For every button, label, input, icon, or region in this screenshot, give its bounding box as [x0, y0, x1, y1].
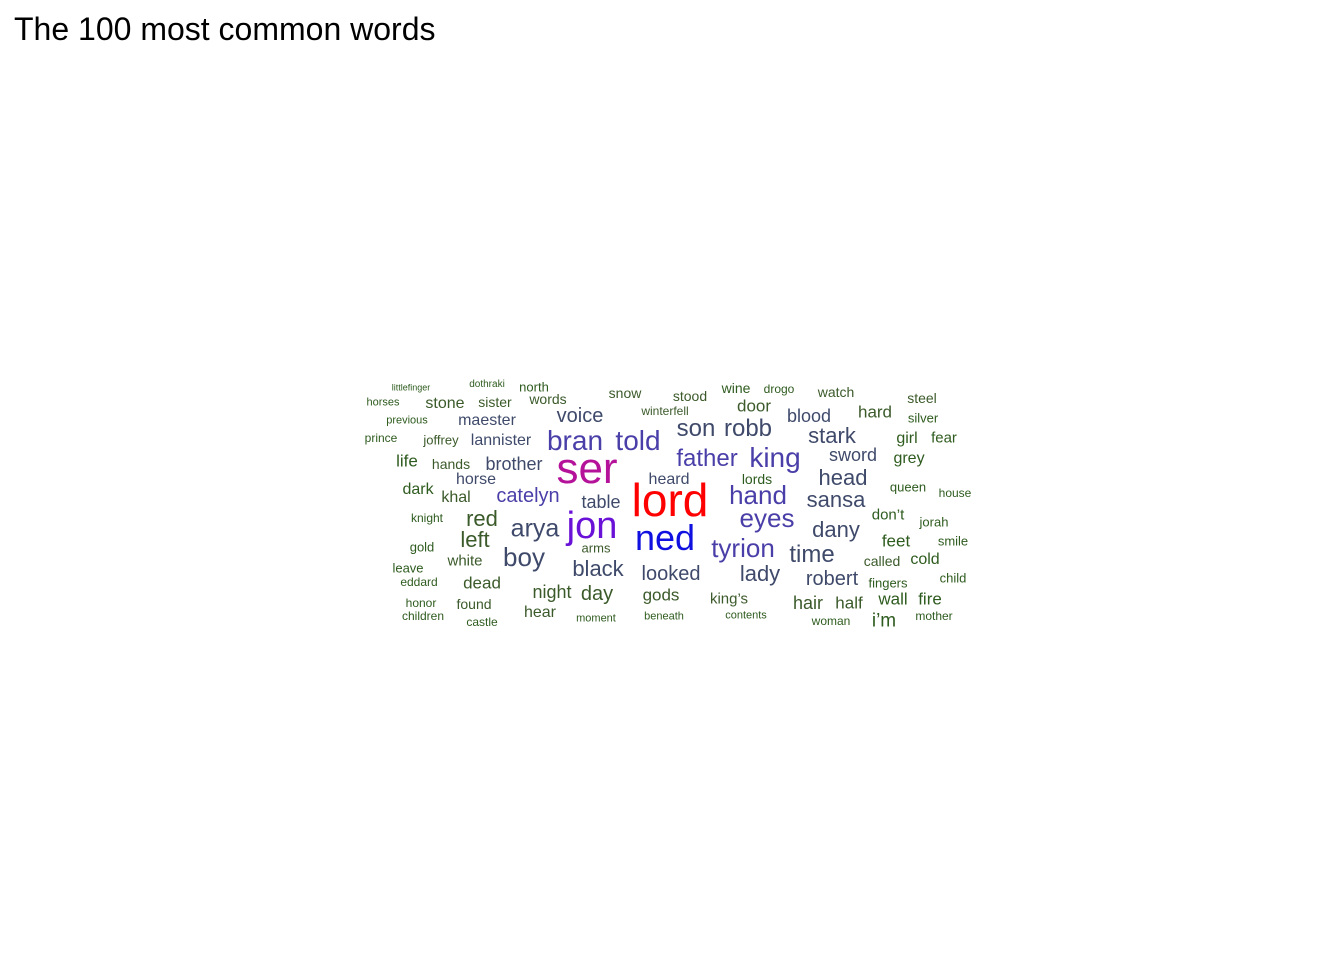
- word-beneath: beneath: [644, 610, 684, 623]
- word-cold: cold: [910, 551, 940, 568]
- word-feet: feet: [881, 531, 911, 551]
- word-child: child: [939, 570, 967, 586]
- word-hear: hear: [523, 604, 557, 621]
- word-winterfell: winterfell: [641, 404, 689, 418]
- word-castle: castle: [466, 615, 498, 629]
- word-moment: moment: [576, 612, 616, 625]
- word-found: found: [456, 596, 492, 612]
- word-told: told: [615, 425, 661, 456]
- word-stark: stark: [808, 423, 856, 448]
- word-smile: smile: [937, 533, 969, 549]
- word-maester: maester: [458, 412, 516, 429]
- word-khal: khal: [441, 489, 471, 506]
- word-boy: boy: [503, 542, 545, 572]
- word-dany: dany: [812, 517, 860, 542]
- word-sister: sister: [478, 394, 512, 410]
- word-head: head: [818, 465, 868, 490]
- word-robert: robert: [805, 568, 859, 590]
- word-called: called: [863, 553, 901, 569]
- word-tyrion: tyrion: [711, 533, 775, 563]
- word-robb: robb: [723, 415, 773, 442]
- word-white: white: [447, 552, 483, 570]
- word-heard: heard: [648, 471, 690, 488]
- word-mother: mother: [915, 609, 953, 623]
- word-knight: knight: [410, 511, 444, 525]
- word-contents: contents: [725, 609, 767, 622]
- word-i-m: i’m: [871, 610, 897, 632]
- word-father: father: [676, 445, 738, 472]
- word-queen: queen: [889, 479, 927, 495]
- word-drogo: drogo: [763, 382, 795, 396]
- word-stone: stone: [425, 395, 465, 412]
- word-watch: watch: [817, 384, 855, 400]
- word-king: king: [749, 442, 801, 473]
- word-jorah: jorah: [919, 514, 949, 530]
- word-cloud: lord ser jon ned bran told king hand tyrion eyes a…: [0, 0, 1344, 960]
- word-fear: fear: [931, 429, 957, 447]
- word-day: day: [580, 583, 614, 605]
- word-looked: looked: [641, 563, 701, 585]
- word-grey: grey: [893, 450, 925, 467]
- word-previous: previous: [386, 414, 428, 427]
- word-honor: honor: [405, 596, 437, 610]
- word-arms: arms: [581, 540, 611, 556]
- word-leave: leave: [392, 560, 424, 576]
- word-table: table: [581, 492, 621, 512]
- word-hands: hands: [431, 456, 471, 472]
- word-lannister: lannister: [470, 432, 532, 449]
- word-dark: dark: [402, 481, 434, 498]
- word-door: door: [736, 396, 772, 416]
- word-half: half: [835, 593, 863, 613]
- word-dothraki: dothraki: [469, 379, 505, 390]
- word-sansa: sansa: [806, 487, 866, 512]
- word-eyes: eyes: [739, 503, 795, 533]
- word-bran: bran: [546, 425, 604, 456]
- word-fire: fire: [918, 589, 942, 609]
- word-left: left: [460, 527, 490, 552]
- word-arya: arya: [510, 514, 560, 543]
- word-king-s: king’s: [709, 590, 749, 608]
- word-voice: voice: [556, 405, 604, 427]
- word-dead: dead: [463, 573, 501, 593]
- word-woman: woman: [811, 614, 851, 628]
- word-hard: hard: [857, 402, 893, 422]
- word-wine: wine: [721, 380, 751, 396]
- word-don-t: don’t: [871, 506, 905, 524]
- word-jon: jon: [566, 505, 618, 547]
- word-son: son: [676, 415, 716, 442]
- word-house: house: [938, 486, 972, 500]
- word-snow: snow: [608, 385, 642, 401]
- word-fingers: fingers: [868, 575, 908, 591]
- word-black: black: [572, 556, 624, 581]
- word-joffrey: joffrey: [423, 432, 459, 448]
- word-horse: horse: [455, 471, 497, 488]
- word-littlefinger: littlefinger: [391, 382, 431, 393]
- word-lords: lords: [741, 471, 773, 487]
- word-stood: stood: [672, 388, 708, 404]
- word-prince: prince: [364, 431, 398, 445]
- word-gods: gods: [642, 585, 680, 605]
- word-north: north: [519, 379, 549, 395]
- word-catelyn: catelyn: [496, 485, 560, 507]
- word-sword: sword: [828, 445, 878, 465]
- word-hair: hair: [792, 593, 824, 613]
- word-horses: horses: [366, 396, 400, 409]
- word-eddard: eddard: [400, 575, 438, 589]
- word-children: children: [401, 609, 445, 623]
- word-wall: wall: [878, 589, 908, 609]
- word-time: time: [789, 541, 835, 568]
- word-girl: girl: [896, 430, 918, 447]
- word-ned: ned: [634, 517, 696, 558]
- word-lady: lady: [739, 561, 781, 586]
- word-blood: blood: [786, 406, 832, 426]
- word-steel: steel: [907, 390, 937, 406]
- word-gold: gold: [409, 539, 435, 555]
- word-silver: silver: [907, 410, 939, 426]
- word-life: life: [396, 451, 418, 471]
- word-night: night: [532, 582, 572, 602]
